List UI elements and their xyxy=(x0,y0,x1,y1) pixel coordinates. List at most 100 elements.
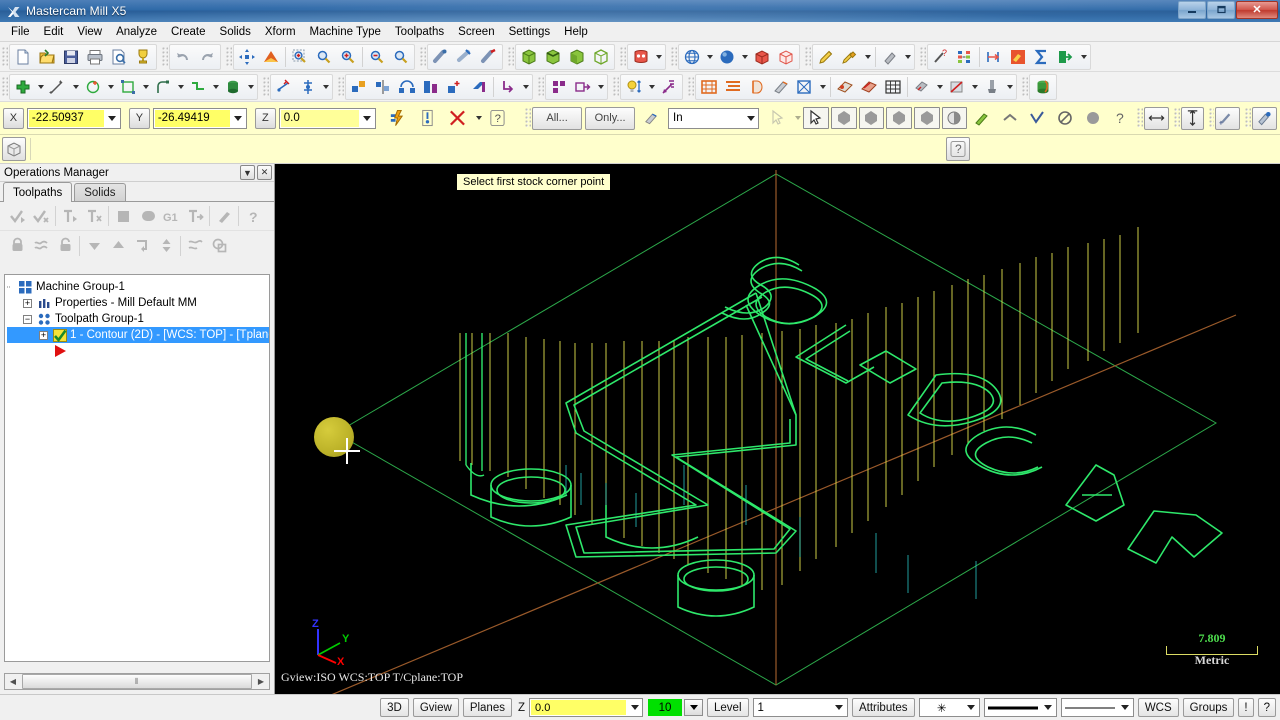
help-question-icon[interactable]: ? xyxy=(946,137,970,161)
line-width-arrow[interactable] xyxy=(1041,698,1056,717)
gradient-icon[interactable] xyxy=(657,75,681,99)
toolbar-grip[interactable] xyxy=(613,76,619,97)
lock-icon[interactable] xyxy=(5,234,29,258)
toolbar-grip[interactable] xyxy=(805,46,811,67)
line-width-field[interactable] xyxy=(983,698,1057,717)
shape-oct-icon[interactable] xyxy=(886,107,912,129)
line-style-arrow[interactable] xyxy=(1118,698,1133,717)
fit-dropdown-caret[interactable] xyxy=(653,45,664,69)
create-arc-icon[interactable] xyxy=(81,75,105,99)
solid-dropdown-caret[interactable] xyxy=(245,75,256,99)
select-arrow-icon[interactable] xyxy=(638,107,665,130)
panel-dropdown-button[interactable]: ▼ xyxy=(240,165,255,180)
move-up-icon[interactable] xyxy=(106,234,130,258)
open-folder-icon[interactable] xyxy=(35,45,59,69)
selectbar-grip[interactable] xyxy=(525,108,532,128)
eraser-dropdown-caret[interactable] xyxy=(902,45,913,69)
export-dropdown-caret[interactable] xyxy=(1078,45,1089,69)
clear-dropdown-caret[interactable] xyxy=(474,106,485,130)
pan-move-icon[interactable] xyxy=(235,45,259,69)
menu-xform[interactable]: Xform xyxy=(258,24,303,40)
fillet-dropdown-caret[interactable] xyxy=(140,75,151,99)
help-pointer-icon[interactable]: ? xyxy=(929,45,953,69)
toolbar-grip[interactable] xyxy=(2,76,8,97)
tool-probe-icon[interactable] xyxy=(1252,106,1278,130)
toggle-posting-icon[interactable] xyxy=(29,234,53,258)
grid-points-icon[interactable] xyxy=(547,75,571,99)
regen-all-icon[interactable] xyxy=(82,204,106,228)
vspan-grip[interactable] xyxy=(1173,108,1180,128)
front-view-icon[interactable] xyxy=(565,45,589,69)
fastpoint-icon[interactable] xyxy=(384,107,411,130)
menu-create[interactable]: Create xyxy=(164,24,213,40)
toolbar-grip[interactable] xyxy=(263,76,269,97)
select-all-operations-icon[interactable] xyxy=(5,204,29,228)
xform-drag-icon[interactable] xyxy=(496,75,520,99)
top-view-icon[interactable] xyxy=(541,45,565,69)
high-speed-icon[interactable] xyxy=(212,204,236,228)
menu-edit[interactable]: Edit xyxy=(37,24,71,40)
3d-toggle-button[interactable]: 3D xyxy=(380,698,409,717)
menu-solids[interactable]: Solids xyxy=(213,24,258,40)
toggle-lock-icon[interactable] xyxy=(53,234,77,258)
toolbar-grip[interactable] xyxy=(2,46,8,67)
toolbar-grip[interactable] xyxy=(338,76,344,97)
scroll-thumb[interactable]: ⦀ xyxy=(22,674,252,689)
hammer-icon[interactable] xyxy=(1006,45,1030,69)
multiaxis-icon[interactable] xyxy=(881,75,905,99)
hatch-dropdown-caret[interactable] xyxy=(320,75,331,99)
surface-rough-icon[interactable] xyxy=(833,75,857,99)
point-dropdown-caret[interactable] xyxy=(35,75,46,99)
verify-icon[interactable] xyxy=(980,75,1004,99)
analyze-entity-icon[interactable] xyxy=(429,45,453,69)
hatch-icon[interactable] xyxy=(296,75,320,99)
groups-button[interactable]: Groups xyxy=(1182,698,1235,717)
toolbar-grip[interactable] xyxy=(1022,76,1028,97)
toolbar-grip[interactable] xyxy=(162,46,168,67)
post-dropdown-caret[interactable] xyxy=(934,75,945,99)
move-into-icon[interactable] xyxy=(130,234,154,258)
tree-node-insert-arrow[interactable] xyxy=(7,343,269,359)
trophy-icon[interactable] xyxy=(131,45,155,69)
horizontal-span-icon[interactable] xyxy=(1143,106,1169,130)
regen-dirty-icon[interactable] xyxy=(58,204,82,228)
create-line-icon[interactable] xyxy=(46,75,70,99)
cursor-arrow-icon[interactable] xyxy=(765,107,791,129)
z-depth-arrow[interactable] xyxy=(627,698,642,717)
menu-help[interactable]: Help xyxy=(557,24,595,40)
copy-icon[interactable] xyxy=(207,234,231,258)
operations-tree-hscrollbar[interactable]: ◀ ⦀ ▶ xyxy=(4,673,270,690)
check-arrow-icon[interactable] xyxy=(1025,107,1051,129)
lights-dropdown-caret[interactable] xyxy=(646,75,657,99)
level-button[interactable]: Level xyxy=(707,698,749,717)
wcs-button[interactable]: WCS xyxy=(1137,698,1179,717)
verify-icon[interactable] xyxy=(135,204,159,228)
shape-poly-icon[interactable] xyxy=(830,107,857,129)
shaded-dropdown-caret[interactable] xyxy=(739,45,750,69)
level-manager-icon[interactable] xyxy=(953,45,977,69)
level-dropdown-arrow[interactable] xyxy=(832,698,847,717)
probe-grip[interactable] xyxy=(1245,108,1252,128)
solid-box-icon[interactable] xyxy=(2,137,26,161)
select-only-button[interactable]: Only... xyxy=(585,106,636,130)
planes-button[interactable]: Planes xyxy=(462,698,512,717)
toolbar-grip[interactable] xyxy=(688,76,694,97)
extend-icon[interactable] xyxy=(571,75,595,99)
toolbar-grip[interactable] xyxy=(920,46,926,67)
xform-project-icon[interactable] xyxy=(467,75,491,99)
cursor-dropdown-caret[interactable] xyxy=(793,106,804,130)
toolbar-grip[interactable] xyxy=(538,76,544,97)
z-axis-button[interactable]: Z xyxy=(254,107,276,129)
shape-round-icon[interactable] xyxy=(913,107,940,129)
autocursor-icon[interactable] xyxy=(414,107,441,130)
pencil-dropdown-caret[interactable] xyxy=(862,45,873,69)
expand-collapse-icon[interactable] xyxy=(154,234,178,258)
face-toolpath-icon[interactable] xyxy=(793,75,817,99)
g1-post-icon[interactable]: G1 xyxy=(159,204,183,228)
select-mode-arrow[interactable] xyxy=(743,109,758,128)
x-axis-button[interactable]: X xyxy=(3,107,24,129)
backplot-icon[interactable] xyxy=(945,75,969,99)
line-style-field[interactable] xyxy=(1060,698,1134,717)
point-edit-icon[interactable] xyxy=(1215,106,1241,130)
menu-view[interactable]: View xyxy=(70,24,109,40)
